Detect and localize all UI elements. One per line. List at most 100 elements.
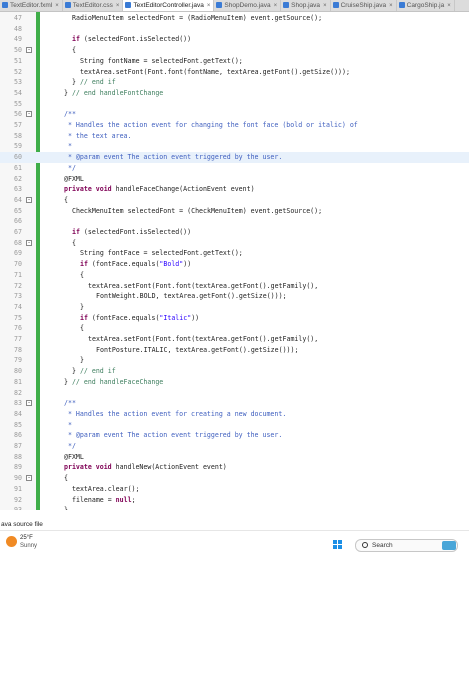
code-line[interactable]: 91 textArea.clear(); — [0, 484, 469, 495]
code-line[interactable]: 73 FontWeight.BOLD, textArea.getFont().ge… — [0, 291, 469, 302]
code-line[interactable]: 64- { — [0, 195, 469, 206]
code-token: */ — [64, 163, 76, 172]
code-line[interactable]: 74} — [0, 302, 469, 313]
code-line[interactable]: 83- /** — [0, 398, 469, 409]
code-line[interactable]: 53} // end if — [0, 77, 469, 88]
code-editor[interactable]: 47 RadioMenuItem selectedFont = (RadioMen… — [0, 12, 469, 510]
close-tab-icon[interactable]: × — [389, 1, 393, 11]
code-line[interactable]: 63 private void handleFaceChange(ActionEv… — [0, 184, 469, 195]
line-number: 74 — [14, 302, 22, 311]
code-line[interactable]: 47 RadioMenuItem selectedFont = (RadioMen… — [0, 13, 469, 24]
code-token: * @param event The action event triggere… — [64, 153, 283, 162]
close-tab-icon[interactable]: × — [207, 1, 211, 11]
code-line[interactable]: 88 @FXML — [0, 452, 469, 463]
code-line[interactable]: 92 filename = null; — [0, 495, 469, 506]
code-text: FontPosture.ITALIC, textArea.getFont().g… — [96, 345, 298, 356]
code-line[interactable]: 67 if (selectedFont.isSelected()) — [0, 227, 469, 238]
editor-tab[interactable]: TextEditorController.java × — [123, 0, 215, 11]
code-token: } — [72, 78, 80, 87]
code-line[interactable]: 93} — [0, 505, 469, 510]
editor-tab[interactable]: CargoShip.ja × — [397, 0, 455, 11]
code-token: (selectedFont.isSelected()) — [79, 228, 192, 236]
taskbar-search-box[interactable]: Search — [355, 539, 458, 552]
code-token: if — [72, 228, 80, 236]
code-line[interactable]: 59 * — [0, 141, 469, 152]
line-number: 76 — [14, 324, 22, 333]
code-line[interactable]: 81} // end handleFaceChange — [0, 377, 469, 388]
code-line[interactable]: 68- { — [0, 238, 469, 249]
close-tab-icon[interactable]: × — [55, 1, 59, 11]
line-number: 66 — [14, 217, 22, 226]
line-number: 91 — [14, 484, 22, 493]
code-token: @FXML — [64, 174, 84, 183]
code-line[interactable]: 49 if (selectedFont.isSelected()) — [0, 34, 469, 45]
code-line[interactable]: 56- /** — [0, 109, 469, 120]
code-line[interactable]: 61 */ — [0, 163, 469, 174]
fold-toggle-icon[interactable]: - — [26, 475, 32, 482]
windows-start-icon[interactable] — [333, 540, 343, 550]
code-line[interactable]: 50- { — [0, 45, 469, 56]
close-tab-icon[interactable]: × — [447, 1, 451, 11]
code-line[interactable]: 60 * @param event The action event trigg… — [0, 152, 469, 163]
weather-widget[interactable]: 25°F Sunny — [6, 535, 66, 553]
close-tab-icon[interactable]: × — [116, 1, 120, 11]
code-line[interactable]: 85 * — [0, 420, 469, 431]
line-number: 92 — [14, 495, 22, 504]
code-text: * Handles the action event for creating … — [64, 409, 286, 420]
code-line[interactable]: 90- { — [0, 473, 469, 484]
code-line[interactable]: 72 textArea.setFont(Font.font(textArea.ge… — [0, 281, 469, 292]
line-number: 79 — [14, 356, 22, 365]
code-line[interactable]: 55 — [0, 99, 469, 110]
code-token: @FXML — [64, 452, 84, 461]
code-line[interactable]: 84 * Handles the action event for creati… — [0, 409, 469, 420]
code-line[interactable]: 51 String fontName = selectedFont.getText… — [0, 56, 469, 67]
code-token: { — [72, 46, 76, 55]
code-line[interactable]: 75 if (fontFace.equals("Italic")) — [0, 313, 469, 324]
fold-toggle-icon[interactable]: - — [26, 239, 32, 246]
editor-tab[interactable]: TextEditor.css × — [63, 0, 124, 11]
code-line[interactable]: 79} — [0, 355, 469, 366]
code-token: { — [64, 195, 68, 204]
fold-toggle-icon[interactable]: - — [26, 196, 32, 203]
code-line[interactable]: 65 CheckMenuItem selectedFont = (CheckMen… — [0, 206, 469, 217]
close-tab-icon[interactable]: × — [323, 1, 327, 11]
code-line[interactable]: 62 @FXML — [0, 174, 469, 185]
code-line[interactable]: 48 — [0, 24, 469, 35]
code-line[interactable]: 52 textArea.setFont(Font.font(fontName, t… — [0, 67, 469, 78]
code-line[interactable]: 77 textArea.setFont(Font.font(textArea.ge… — [0, 334, 469, 345]
code-token: textArea.setFont(Font.font(textArea.getF… — [88, 335, 319, 343]
code-text: private void handleNew(ActionEvent event… — [64, 462, 227, 473]
code-token: // end handleFaceChange — [71, 377, 164, 386]
editor-tab[interactable]: TextEditor.fxml × — [0, 0, 63, 11]
fold-toggle-icon[interactable]: - — [26, 111, 32, 118]
code-line[interactable]: 71 { — [0, 270, 469, 281]
code-line[interactable]: 87 */ — [0, 441, 469, 452]
code-token: )) — [183, 260, 192, 269]
code-line[interactable]: 76 { — [0, 323, 469, 334]
code-line[interactable]: 82 — [0, 388, 469, 399]
code-line[interactable]: 58 * the text area. — [0, 131, 469, 142]
editor-tab[interactable]: Shop.java × — [281, 0, 331, 11]
fold-toggle-icon[interactable]: - — [26, 47, 32, 54]
line-number: 72 — [14, 281, 22, 290]
code-text: String fontFace = selectedFont.getText()… — [80, 248, 243, 259]
code-line[interactable]: 70 if (fontFace.equals("Bold")) — [0, 259, 469, 270]
fold-toggle-icon[interactable]: - — [26, 400, 32, 407]
code-line[interactable]: 78 FontPosture.ITALIC, textArea.getFont()… — [0, 345, 469, 356]
code-text: RadioMenuItem selectedFont = (RadioMenuI… — [72, 13, 322, 24]
code-line[interactable]: 54} // end handleFontChange — [0, 88, 469, 99]
code-line[interactable]: 69 String fontFace = selectedFont.getText… — [0, 248, 469, 259]
code-line[interactable]: 66 — [0, 216, 469, 227]
code-line[interactable]: 86 * @param event The action event trigg… — [0, 430, 469, 441]
java-file-icon — [216, 2, 223, 9]
code-line[interactable]: 57 * Handles the action event for changi… — [0, 120, 469, 131]
code-token: private void — [64, 185, 112, 194]
code-token: * Handles the action event for changing … — [64, 121, 358, 129]
editor-tab[interactable]: CruiseShip.java × — [331, 0, 397, 11]
code-line[interactable]: 80} // end if — [0, 366, 469, 377]
code-text: textArea.setFont(Font.font(fontName, tex… — [80, 67, 350, 78]
close-tab-icon[interactable]: × — [274, 1, 278, 11]
code-line[interactable]: 89 private void handleNew(ActionEvent eve… — [0, 462, 469, 473]
line-number: 69 — [14, 249, 22, 258]
editor-tab[interactable]: ShopDemo.java × — [214, 0, 282, 11]
